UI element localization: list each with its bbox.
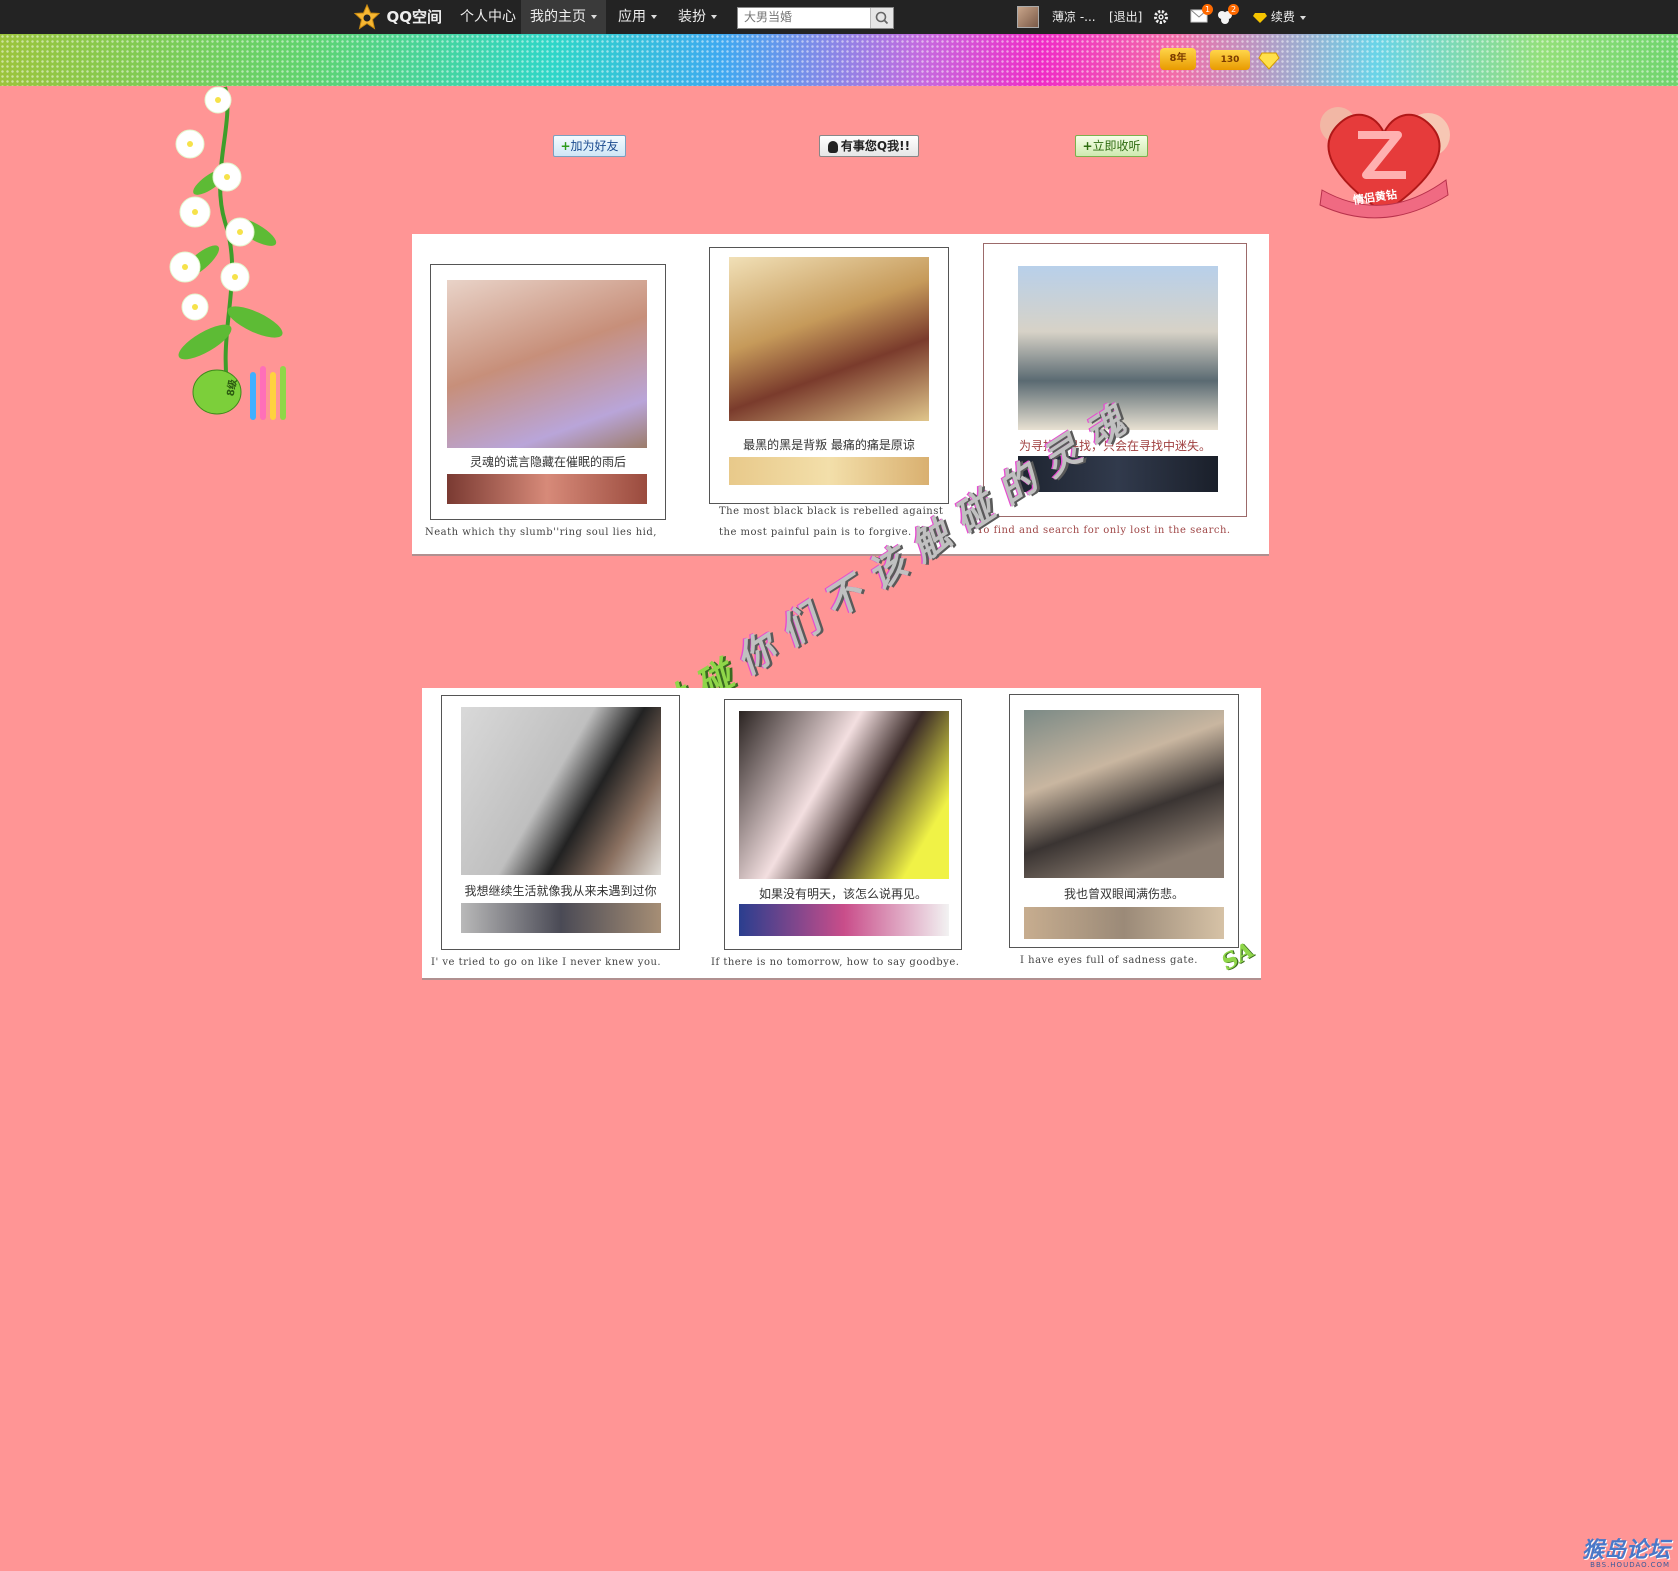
vip-renew-link[interactable]: 续费 xyxy=(1253,0,1306,34)
search-icon xyxy=(875,11,889,25)
qq-contact-label: 有事您Q我!! xyxy=(840,139,911,153)
forum-watermark: 猴岛论坛 BBS.HOUDAO.COM xyxy=(1582,1532,1670,1569)
vip-renew-label: 续费 xyxy=(1270,10,1295,24)
polaroid-card: 我想继续生活就像我从来未遇到过你 xyxy=(441,695,680,950)
photo-image[interactable] xyxy=(461,707,661,875)
nav-apps[interactable]: 应用 xyxy=(609,0,666,34)
plus-icon: + xyxy=(1082,139,1093,153)
nav-my-homepage[interactable]: 我的主页 xyxy=(521,0,606,34)
watermark-url: BBS.HOUDAO.COM xyxy=(1590,1561,1671,1569)
chevron-down-icon xyxy=(591,15,597,19)
nav-decorate[interactable]: 装扮 xyxy=(669,0,726,34)
photo-image[interactable] xyxy=(447,280,647,448)
english-caption: Neath which thy slumb''ring soul lies hi… xyxy=(425,527,657,538)
photo-strip xyxy=(461,903,661,933)
qq-contact-button[interactable]: 有事您Q我!! xyxy=(819,135,919,157)
search-box xyxy=(737,7,894,29)
top-navigation-bar: QQ空间 个人中心 我的主页 应用 装扮 薄凉 -... [退出] 1 2 续费 xyxy=(0,0,1678,34)
gear-icon xyxy=(1154,10,1168,24)
header-banner: 8年 130 xyxy=(0,34,1678,86)
logo-text: QQ空间 xyxy=(386,8,442,26)
qzone-logo[interactable]: QQ空间 xyxy=(353,0,442,34)
level-badge[interactable]: 130 xyxy=(1210,50,1250,70)
english-caption: If there is no tomorrow, how to say good… xyxy=(711,957,960,968)
add-friend-label: 加为好友 xyxy=(570,139,619,153)
chevron-down-icon xyxy=(711,15,717,19)
qq-penguin-icon xyxy=(827,140,838,153)
photo-strip xyxy=(1024,907,1224,939)
star-logo-icon xyxy=(353,3,381,30)
username-link[interactable]: 薄凉 -... xyxy=(1052,0,1096,34)
years-badge-text: 8年 xyxy=(1169,53,1187,64)
watermark-text: 猴岛论坛 xyxy=(1582,1538,1671,1563)
english-caption: To find and search for only lost in the … xyxy=(977,525,1231,536)
add-friend-button[interactable]: +加为好友 xyxy=(553,135,626,157)
photo-caption: 最黑的黑是背叛 最痛的痛是原谅 xyxy=(743,438,915,452)
lily-flower-decoration xyxy=(169,86,286,420)
yellow-diamond-icon[interactable] xyxy=(1258,52,1280,70)
photo-panel-row-2: 我想继续生活就像我从来未遇到过你 I' ve tried to go on li… xyxy=(422,688,1261,980)
couple-yellow-diamond-badge[interactable]: 情侣黄钻 xyxy=(1308,95,1460,225)
polaroid-card: 我也曾双眼闻满伤悲。 xyxy=(1009,694,1239,948)
plus-icon: + xyxy=(560,139,571,153)
logout-link[interactable]: [退出] xyxy=(1109,0,1142,34)
nav-personal-center[interactable]: 个人中心 xyxy=(454,0,522,34)
polaroid-card: 最黑的黑是背叛 最痛的痛是原谅 xyxy=(709,247,949,504)
chevron-down-icon xyxy=(1299,15,1306,20)
polaroid-card: 如果没有明天，该怎么说再见。 xyxy=(724,699,962,950)
search-button[interactable] xyxy=(870,8,893,28)
photo-panel-row-1: 灵魂的谎言隐藏在催眠的雨后 Neath which thy slumb''rin… xyxy=(412,234,1269,556)
photo-strip xyxy=(447,474,647,504)
english-caption: I' ve tried to go on like I never knew y… xyxy=(431,957,662,968)
vase-level-label: 8级 xyxy=(225,378,240,398)
photo-caption: 我也曾双眼闻满伤悲。 xyxy=(1063,887,1184,901)
avatar[interactable] xyxy=(1017,6,1039,28)
english-caption: The most black black is rebelled against xyxy=(719,506,944,517)
chevron-down-icon xyxy=(651,15,657,19)
years-badge[interactable]: 8年 xyxy=(1160,48,1196,70)
photo-image[interactable] xyxy=(1024,710,1224,878)
heart-icon xyxy=(1319,107,1450,219)
nav-my-homepage-label: 我的主页 xyxy=(530,9,586,25)
follow-label: 立即收听 xyxy=(1092,139,1141,153)
search-input[interactable] xyxy=(738,8,875,26)
photo-image[interactable] xyxy=(739,711,949,879)
photo-caption: 灵魂的谎言隐藏在催眠的雨后 xyxy=(469,455,626,469)
mail-count-badge: 1 xyxy=(1202,4,1213,15)
english-caption: I have eyes full of sadness gate. xyxy=(1020,955,1198,966)
settings-button[interactable] xyxy=(1152,8,1170,30)
photo-strip xyxy=(729,457,929,485)
level-badge-text: 130 xyxy=(1220,55,1240,65)
diamond-icon xyxy=(1253,12,1267,23)
nav-apps-label: 应用 xyxy=(618,9,646,25)
mail-button[interactable]: 1 xyxy=(1190,4,1213,27)
photo-caption: 我想继续生活就像我从来未遇到过你 xyxy=(464,884,657,898)
photo-caption: 如果没有明天，该怎么说再见。 xyxy=(758,887,927,901)
friends-button[interactable]: 2 xyxy=(1216,4,1239,30)
follow-button[interactable]: +立即收听 xyxy=(1075,135,1148,157)
photo-strip xyxy=(739,904,949,936)
polaroid-card: 灵魂的谎言隐藏在催眠的雨后 xyxy=(430,264,666,520)
nav-decorate-label: 装扮 xyxy=(678,9,706,25)
photo-image[interactable] xyxy=(729,257,929,421)
friends-count-badge: 2 xyxy=(1228,4,1239,15)
